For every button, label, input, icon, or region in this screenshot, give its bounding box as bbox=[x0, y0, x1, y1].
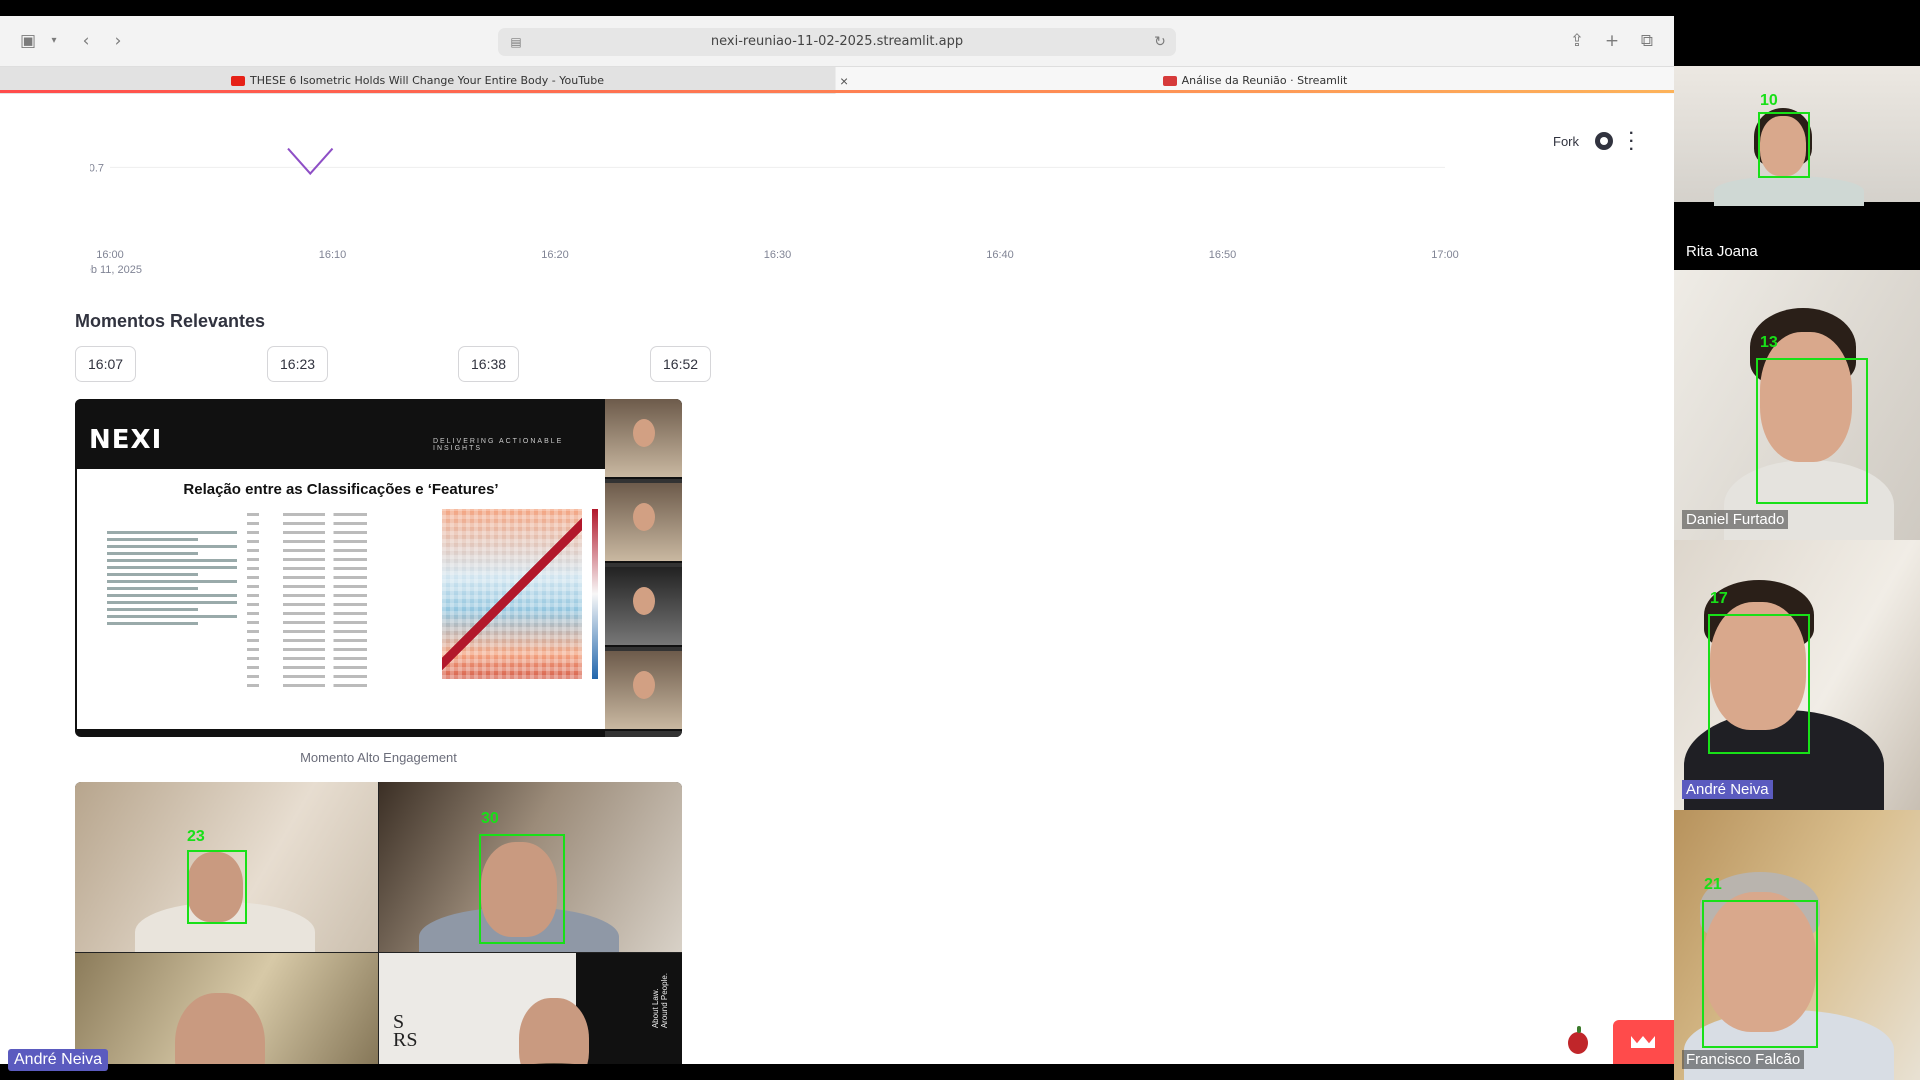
participant-tile[interactable]: 21 Francisco Falcão bbox=[1674, 810, 1920, 1080]
moment-button[interactable]: 16:07 bbox=[75, 346, 137, 382]
slide-bullets bbox=[107, 527, 237, 629]
video-cell: 30 bbox=[379, 782, 682, 952]
participant-tile[interactable]: 10 Rita Joana bbox=[1674, 66, 1920, 268]
back-icon[interactable]: ‹ bbox=[74, 30, 98, 52]
y-tick-label: 0.7 bbox=[90, 162, 104, 174]
share-icon[interactable]: ⇪ bbox=[1565, 30, 1589, 52]
slide-participant-strip bbox=[605, 399, 682, 737]
heatmap-colorbar bbox=[592, 509, 598, 679]
tab-label: THESE 6 Isometric Holds Will Change Your… bbox=[250, 74, 604, 87]
face-id-label: 10 bbox=[1760, 92, 1778, 109]
participant-name: Daniel Furtado bbox=[1682, 510, 1789, 529]
vertical-tagline: About Law. Around People. bbox=[651, 973, 669, 1029]
x-tick-date-label: Feb 11, 2025 bbox=[90, 264, 142, 276]
forward-icon[interactable]: › bbox=[106, 30, 130, 52]
participant-thumbnail bbox=[605, 567, 682, 647]
new-tab-icon[interactable]: + bbox=[1600, 30, 1624, 52]
x-tick-label: 16:10 bbox=[319, 249, 347, 261]
youtube-icon bbox=[231, 76, 246, 86]
slide-title: Relação entre as Classificações e ‘Featu… bbox=[183, 481, 499, 498]
crown-icon bbox=[1631, 1036, 1655, 1048]
reload-icon[interactable]: ↻ bbox=[1148, 31, 1172, 53]
streamlit-badge[interactable] bbox=[1613, 1020, 1674, 1064]
tab-label: Análise da Reunião · Streamlit bbox=[1181, 74, 1348, 87]
nexi-logo: NEXI bbox=[89, 425, 163, 455]
browser-window: ▣ ▾ ‹ › ▤ nexi-reuniao-11-02-2025.stream… bbox=[0, 16, 1674, 1064]
sidebar-toggle-icon[interactable]: ▣ bbox=[16, 30, 40, 52]
video-cell bbox=[75, 953, 378, 1064]
chart-svg: 0.7 16:00 Feb 11, 2025 16:10 16:20 16:30 16:40… bbox=[78, 147, 1459, 298]
slide-tagline: DELIVERING ACTIONABLE INSIGHTS bbox=[433, 438, 564, 452]
face-detection-box bbox=[187, 850, 247, 924]
face-detection-box bbox=[1758, 112, 1810, 178]
more-menu-icon[interactable]: · · · bbox=[1629, 126, 1634, 158]
series-line bbox=[287, 147, 334, 176]
github-icon[interactable] bbox=[1595, 132, 1613, 150]
x-tick-label: 17:00 bbox=[1431, 249, 1459, 261]
participant-name: Rita Joana bbox=[1686, 243, 1758, 260]
streamlit-icon bbox=[1162, 76, 1177, 86]
x-tick-label: 16:50 bbox=[1209, 249, 1237, 261]
x-tick-label: 16:20 bbox=[541, 249, 569, 261]
browser-toolbar: ▣ ▾ ‹ › ▤ nexi-reuniao-11-02-2025.stream… bbox=[0, 16, 1674, 66]
video-cell: 23 bbox=[75, 782, 378, 952]
face-id-label: 30 bbox=[481, 810, 499, 827]
face-id-label: 13 bbox=[1760, 334, 1778, 351]
slide-header: NEXI DELIVERING ACTIONABLE INSIGHTS bbox=[75, 399, 605, 469]
face-id-label: 23 bbox=[187, 828, 205, 845]
moment-button[interactable]: 16:52 bbox=[650, 346, 712, 382]
engagement-chart: 0.7 16:00 Feb 11, 2025 16:10 16:20 16:30 16:40… bbox=[78, 136, 1460, 298]
face-id-label: 21 bbox=[1704, 876, 1722, 893]
url-text: nexi-reuniao-11-02-2025.streamlit.app bbox=[710, 34, 964, 49]
moment-button[interactable]: 16:38 bbox=[458, 346, 520, 382]
participant-thumbnail bbox=[605, 651, 682, 731]
x-tick-label: 16:00 bbox=[96, 249, 124, 261]
x-tick-label: 16:40 bbox=[986, 249, 1014, 261]
face-id-label: 17 bbox=[1710, 590, 1728, 607]
chevron-down-icon[interactable]: ▾ bbox=[42, 30, 66, 52]
face-detection-box bbox=[479, 834, 565, 944]
section-title: Momentos Relevantes bbox=[75, 311, 266, 331]
moment-grid-image: 23 30 S RS About Law. Around People. bbox=[75, 782, 682, 1064]
x-tick-label: 16:30 bbox=[764, 249, 792, 261]
participant-name: Francisco Falcão bbox=[1682, 1050, 1805, 1069]
face-detection-box bbox=[1756, 358, 1868, 504]
meeting-screen: ▣ ▾ ‹ › ▤ nexi-reuniao-11-02-2025.stream… bbox=[0, 0, 1920, 1080]
image-caption: Momento Alto Engagement bbox=[300, 750, 457, 765]
participant-tile[interactable]: 13 Daniel Furtado bbox=[1674, 270, 1920, 540]
moment-slide-image: NEXI DELIVERING ACTIONABLE INSIGHTS Rela… bbox=[75, 399, 682, 737]
face-detection-box bbox=[1702, 900, 1818, 1048]
slide-heatmap bbox=[442, 509, 582, 679]
participant-tile[interactable]: 17 André Neiva bbox=[1674, 540, 1920, 810]
video-cell: S RS About Law. Around People. bbox=[379, 953, 682, 1064]
moment-button[interactable]: 16:23 bbox=[267, 346, 329, 382]
srs-logo: S RS bbox=[393, 1011, 418, 1051]
face-detection-box bbox=[1708, 614, 1810, 754]
slide-correlation-table bbox=[247, 507, 367, 702]
participant-name: André Neiva bbox=[1682, 780, 1773, 799]
address-bar[interactable]: ▤ nexi-reuniao-11-02-2025.streamlit.app … bbox=[498, 28, 1176, 56]
slide-body: Relação entre as Classificações e ‘Featu… bbox=[77, 469, 605, 729]
participant-thumbnail bbox=[605, 483, 682, 563]
header-decoration bbox=[0, 90, 1674, 93]
participant-thumbnail bbox=[605, 399, 682, 479]
apple-icon bbox=[1568, 1026, 1588, 1054]
streamlit-page: Fork ··· 0.7 16:00 Feb 11, 2025 16:10 16:20 1… bbox=[0, 94, 1674, 1064]
tab-overview-icon[interactable]: ⧉ bbox=[1635, 30, 1659, 52]
fork-button[interactable]: Fork bbox=[1553, 134, 1579, 149]
self-view-name: André Neiva bbox=[8, 1049, 109, 1071]
participants-panel: 10 Rita Joana 13 Daniel Furtado 17 André… bbox=[1674, 0, 1920, 1080]
